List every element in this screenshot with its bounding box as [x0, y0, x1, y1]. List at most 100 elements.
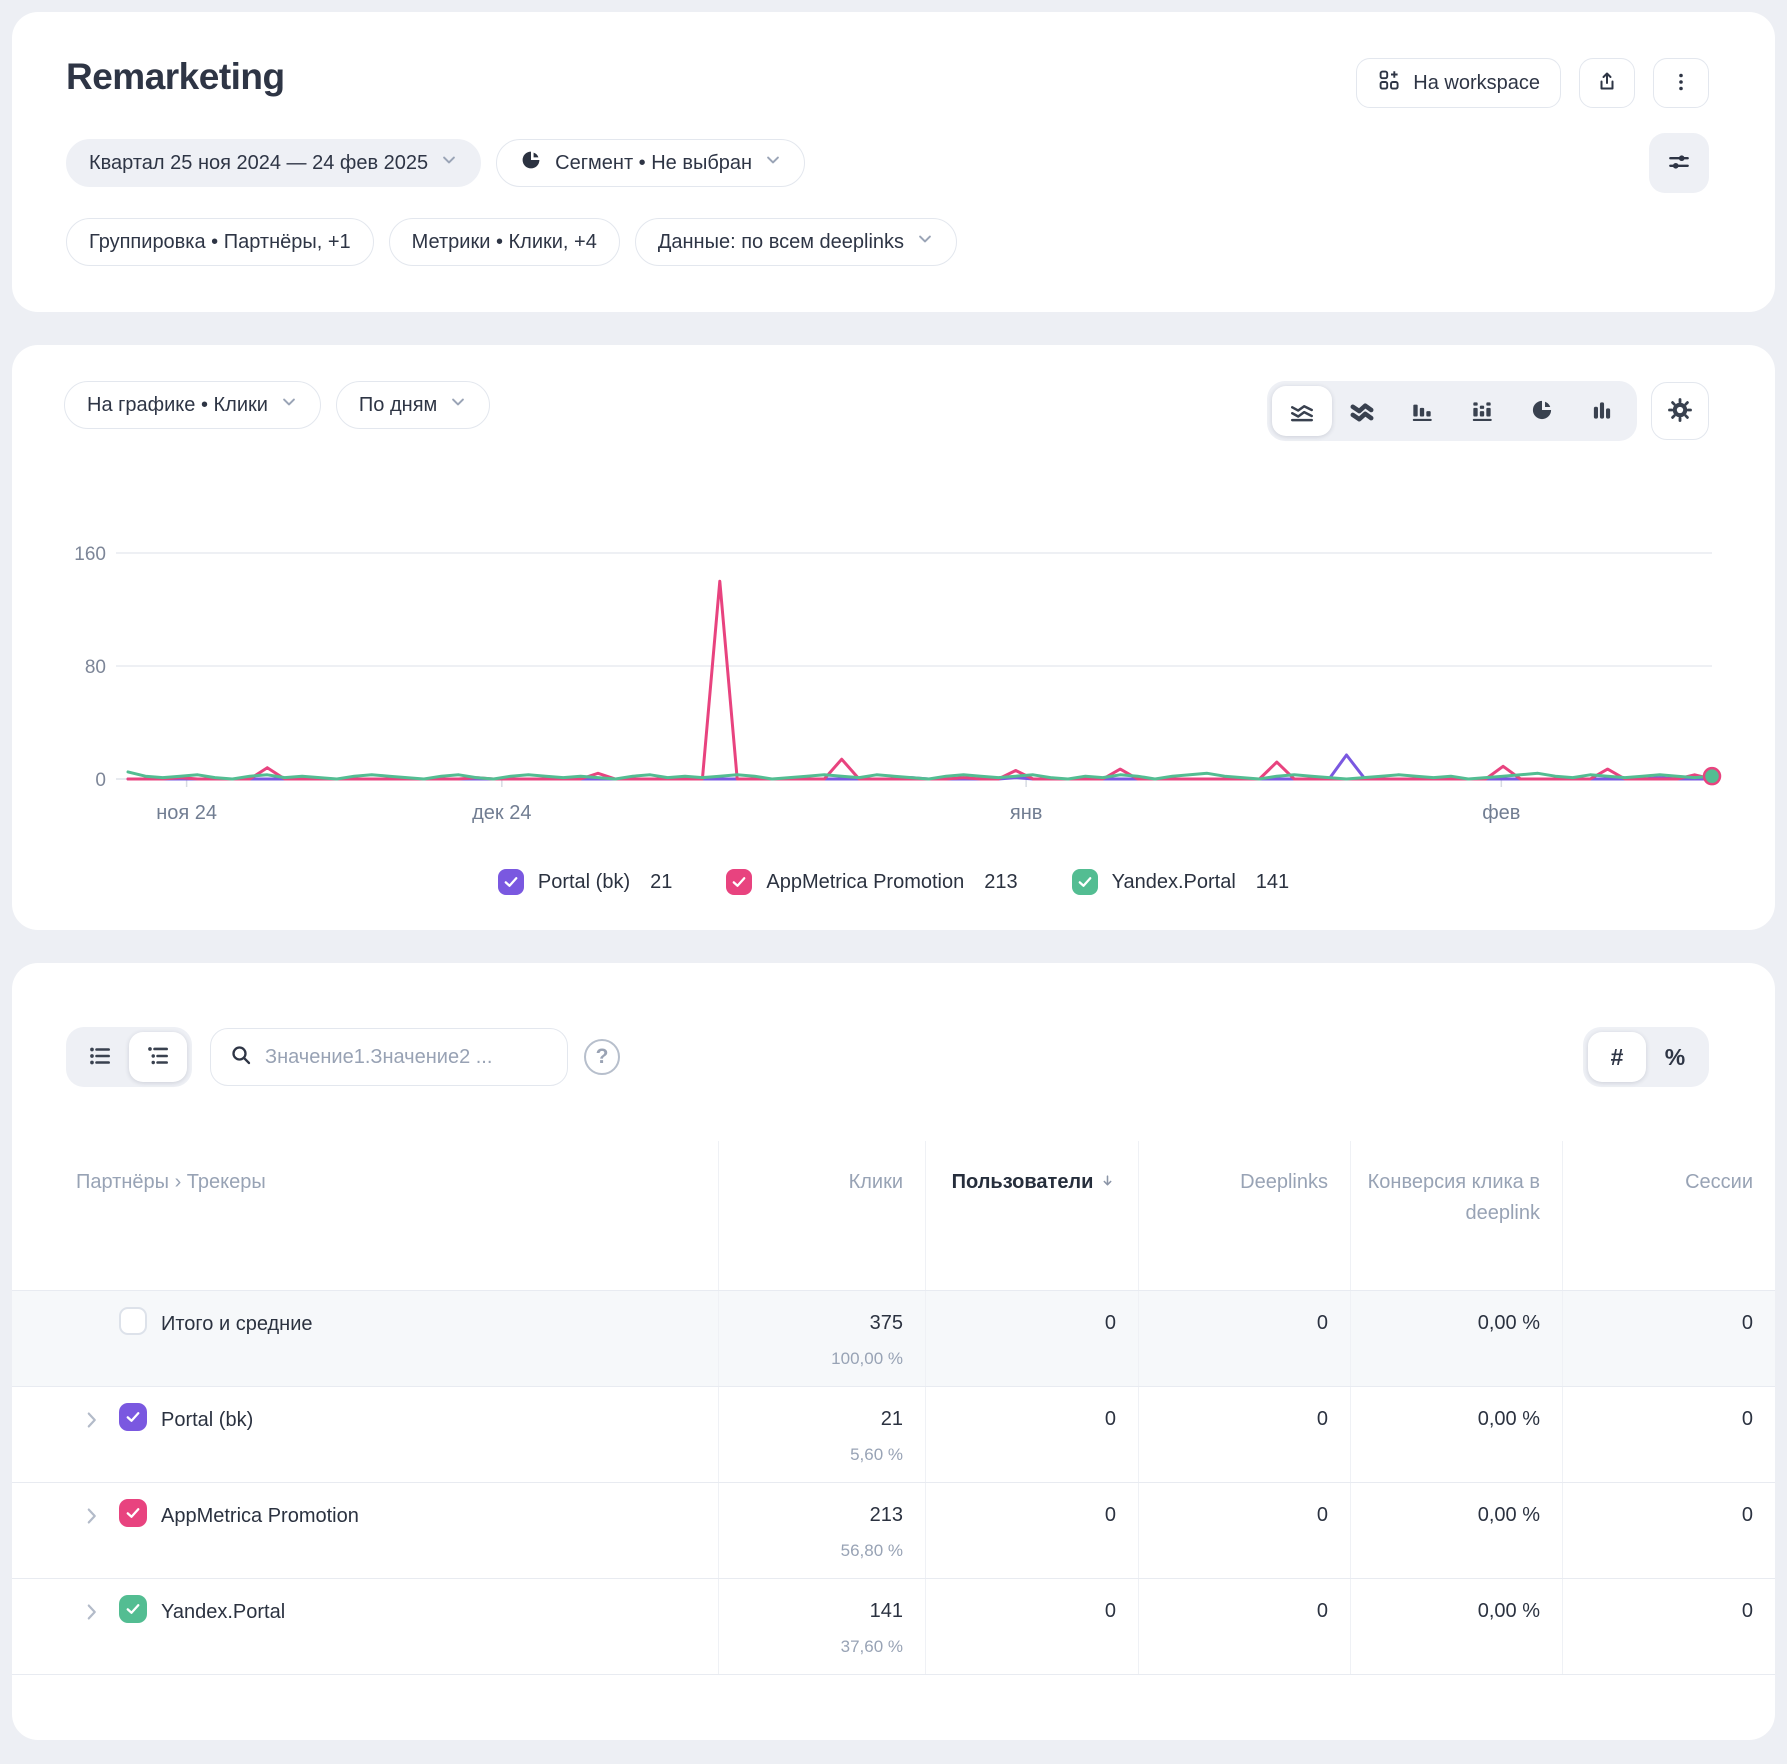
chevron-down-icon [440, 151, 458, 175]
table-row[interactable]: Yandex.Portal14137,60 %000,00 %0 [12, 1579, 1775, 1675]
table-row[interactable]: AppMetrica Promotion21356,80 %000,00 %0 [12, 1483, 1775, 1579]
users-cell: 0 [925, 1387, 1138, 1482]
report-header-card: Remarketing На workspace [12, 12, 1775, 312]
column-header-conversion[interactable]: Конверсия клика в deeplink [1350, 1141, 1562, 1290]
percent-values-button[interactable]: % [1646, 1032, 1704, 1082]
cell-value: 0,00 % [1478, 1600, 1540, 1622]
chevron-down-icon [764, 151, 782, 175]
sessions-cell: 0 [1562, 1387, 1775, 1482]
column-header-users-label: Пользователи [952, 1171, 1094, 1193]
chart-type-bar-button[interactable] [1392, 386, 1452, 436]
chart-settings-button[interactable] [1651, 382, 1709, 440]
clicks-cell: 215,60 % [718, 1387, 925, 1482]
column-header-sessions[interactable]: Сессии [1562, 1141, 1775, 1290]
flat-list-view-button[interactable] [71, 1032, 129, 1082]
cell-value: 0 [1105, 1408, 1116, 1430]
table-row[interactable]: Portal (bk)215,60 %000,00 %0 [12, 1387, 1775, 1483]
table-body: Итого и средние375100,00 %000,00 %0Porta… [12, 1291, 1775, 1675]
last-point-marker [1704, 768, 1720, 784]
traffic-line-chart: 080160ноя 24дек 24янвфев [64, 523, 1723, 833]
grouping-chip[interactable]: Группировка • Партнёры, +1 [66, 218, 374, 266]
row-checkbox-checked[interactable] [119, 1499, 147, 1527]
metrics-chip[interactable]: Метрики • Клики, +4 [389, 218, 620, 266]
expand-chevron-icon[interactable] [81, 1598, 105, 1626]
cell-percent: 37,60 % [719, 1633, 903, 1661]
sessions-cell: 0 [1562, 1291, 1775, 1386]
to-workspace-label: На workspace [1413, 72, 1540, 95]
filters-settings-button[interactable] [1649, 133, 1709, 193]
expand-chevron-icon[interactable] [81, 1406, 105, 1434]
table-header-row: Партнёры › Трекеры Клики Пользователи De… [12, 1141, 1775, 1291]
line-chart-icon [1289, 397, 1315, 426]
percent-glyph: % [1665, 1044, 1685, 1071]
help-glyph: ? [596, 1045, 609, 1069]
search-input[interactable] [265, 1046, 549, 1069]
column-header-clicks[interactable]: Клики [718, 1141, 925, 1290]
row-name-cell: Итого и средние [12, 1291, 718, 1386]
legend-item[interactable]: Yandex.Portal141 [1072, 869, 1290, 895]
column-header-users[interactable]: Пользователи [925, 1141, 1138, 1290]
to-workspace-button[interactable]: На workspace [1356, 58, 1561, 108]
tree-list-view-button[interactable] [129, 1032, 187, 1082]
table-search [210, 1028, 568, 1086]
header-actions: На workspace [1356, 58, 1709, 108]
table-row[interactable]: Итого и средние375100,00 %000,00 %0 [12, 1291, 1775, 1387]
cell-value: 0 [1742, 1600, 1753, 1622]
legend-checkbox-checked[interactable] [498, 869, 524, 895]
absolute-values-button[interactable]: # [1588, 1032, 1646, 1082]
tree-list-icon [145, 1043, 171, 1072]
partners-table: Партнёры › Трекеры Клики Пользователи De… [12, 1141, 1775, 1675]
sliders-icon [1666, 149, 1692, 178]
cell-value: 0 [1317, 1504, 1328, 1526]
y-axis-tick-label: 80 [85, 657, 106, 678]
row-checkbox-unchecked[interactable] [119, 1307, 147, 1335]
more-menu-button[interactable] [1653, 58, 1709, 108]
values-mode-segmented-control: # % [1583, 1027, 1709, 1087]
pie-chart-icon [1529, 397, 1555, 426]
table-card: ? # % Партнёры › Трекеры Клики Пользоват… [12, 963, 1775, 1740]
segment-chip[interactable]: Сегмент • Не выбран [496, 139, 805, 187]
legend-item[interactable]: AppMetrica Promotion213 [726, 869, 1017, 895]
data-scope-chip-label: Данные: по всем deeplinks [658, 231, 904, 254]
conversion-cell: 0,00 % [1350, 1291, 1562, 1386]
share-button[interactable] [1579, 58, 1635, 108]
row-name-cell: Portal (bk) [12, 1387, 718, 1482]
chart-metric-label: На графике • Клики [87, 394, 268, 417]
chart-type-stacked-bar-button[interactable] [1452, 386, 1512, 436]
chart-type-line-button[interactable] [1272, 386, 1332, 436]
chart-type-segmented-control [1267, 381, 1637, 441]
chart-type-pie-button[interactable] [1512, 386, 1572, 436]
legend-checkbox-checked[interactable] [1072, 869, 1098, 895]
cell-value: 0 [1105, 1600, 1116, 1622]
chart-legend: Portal (bk)21 AppMetrica Promotion213 Yand… [12, 869, 1775, 895]
metrics-chip-label: Метрики • Клики, +4 [412, 231, 597, 254]
share-icon [1595, 70, 1619, 97]
workspace-grid-plus-icon [1377, 68, 1401, 98]
row-checkbox-checked[interactable] [119, 1403, 147, 1431]
chart-type-histogram-button[interactable] [1572, 386, 1632, 436]
chart-granularity-select[interactable]: По дням [336, 381, 490, 429]
histogram-icon [1589, 397, 1615, 426]
row-checkbox-checked[interactable] [119, 1595, 147, 1623]
deeplinks-cell: 0 [1138, 1387, 1350, 1482]
users-cell: 0 [925, 1483, 1138, 1578]
cell-value: 141 [870, 1600, 903, 1622]
period-chip[interactable]: Квартал 25 ноя 2024 — 24 фев 2025 [66, 139, 481, 187]
row-name-cell: AppMetrica Promotion [12, 1483, 718, 1578]
data-scope-chip[interactable]: Данные: по всем deeplinks [635, 218, 957, 266]
help-icon[interactable]: ? [584, 1039, 620, 1075]
cell-value: 0 [1317, 1312, 1328, 1334]
legend-checkbox-checked[interactable] [726, 869, 752, 895]
gear-icon [1666, 396, 1694, 427]
search-icon [229, 1043, 253, 1072]
y-axis-tick-label: 160 [74, 544, 106, 565]
deeplinks-cell: 0 [1138, 1291, 1350, 1386]
chart-metric-select[interactable]: На графике • Клики [64, 381, 321, 429]
legend-item[interactable]: Portal (bk)21 [498, 869, 673, 895]
cell-percent: 5,60 % [719, 1441, 903, 1469]
column-header-deeplinks[interactable]: Deeplinks [1138, 1141, 1350, 1290]
sort-down-icon [1099, 1171, 1116, 1193]
chart-type-stacked-area-button[interactable] [1332, 386, 1392, 436]
cell-value: 0,00 % [1478, 1504, 1540, 1526]
expand-chevron-icon[interactable] [81, 1502, 105, 1530]
